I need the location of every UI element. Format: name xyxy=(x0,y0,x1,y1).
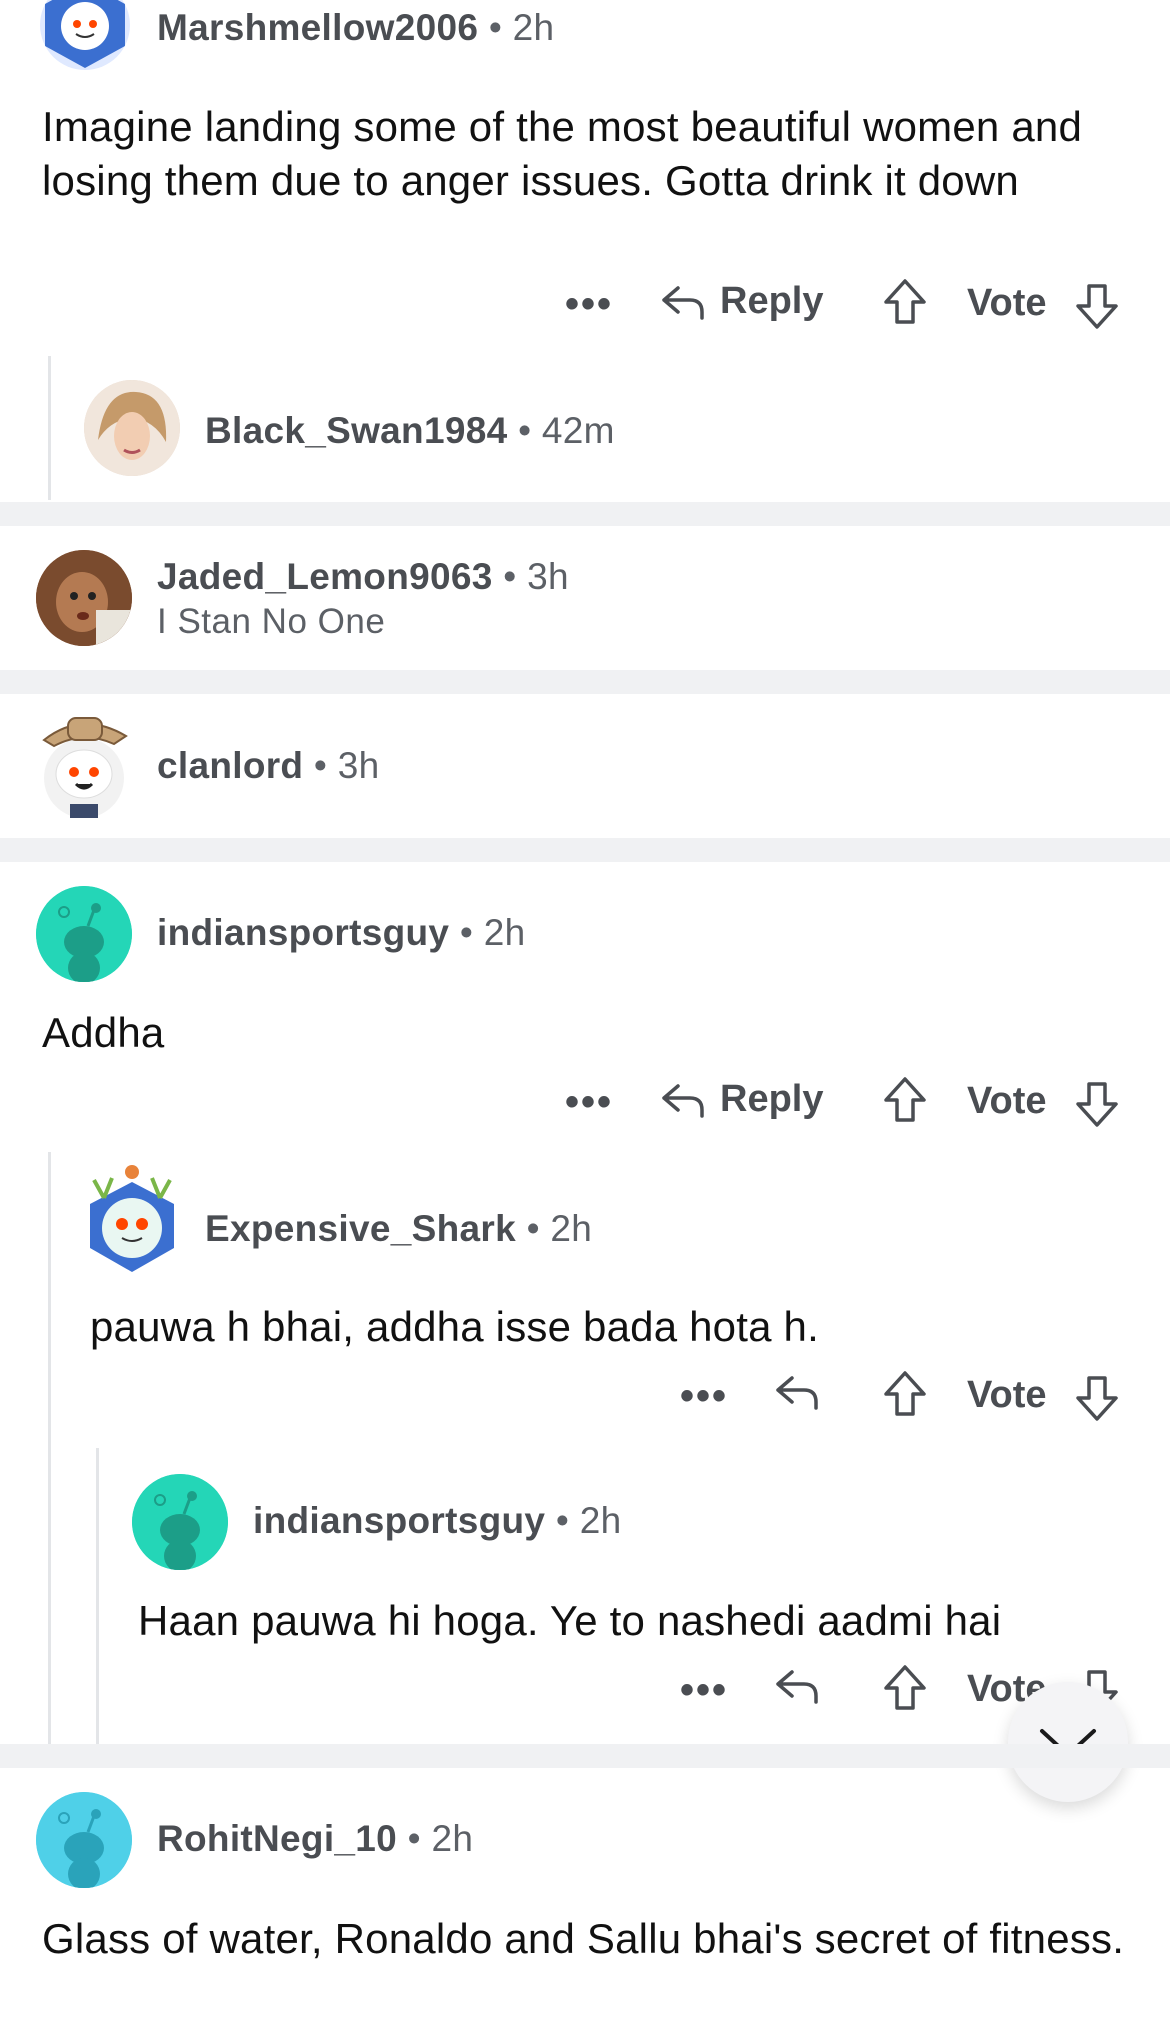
upvote-button[interactable] xyxy=(882,1664,928,1712)
thread-line[interactable] xyxy=(48,1152,51,1744)
downvote-arrow-icon xyxy=(1076,284,1118,329)
meta-separator: • xyxy=(555,1500,570,1541)
snoo-avatar-icon xyxy=(36,886,132,982)
more-dots-icon[interactable]: ••• xyxy=(680,1374,728,1419)
more-dots-icon[interactable]: ••• xyxy=(565,1080,613,1125)
comment-author[interactable]: indiansportsguy • 2h xyxy=(253,1500,622,1542)
downvote-button[interactable] xyxy=(1074,1080,1120,1128)
comment-author[interactable]: Expensive_Shark • 2h xyxy=(205,1208,592,1250)
upvote-arrow-icon xyxy=(884,279,926,324)
timestamp: 2h xyxy=(483,912,526,953)
timestamp: 42m xyxy=(541,410,615,451)
more-dots-icon[interactable]: ••• xyxy=(565,282,613,327)
scroll-next-button[interactable] xyxy=(1008,1682,1128,1802)
meta-separator: • xyxy=(526,1208,540,1249)
comment-separator xyxy=(0,670,1170,694)
snoo-avatar-icon xyxy=(42,717,128,818)
comment-body: pauwa h bhai, addha isse bada hota h. xyxy=(90,1303,819,1350)
downvote-arrow-icon xyxy=(1076,1082,1118,1127)
meta-separator: • xyxy=(503,556,517,597)
username[interactable]: Black_Swan1984 xyxy=(205,410,507,451)
comment-author[interactable]: Marshmellow2006 • 2h xyxy=(157,7,554,49)
downvote-arrow-icon xyxy=(1076,1376,1118,1421)
upvote-arrow-icon xyxy=(884,1665,926,1710)
timestamp: 3h xyxy=(337,745,380,786)
meta-separator: • xyxy=(313,745,328,786)
vote-count: Vote xyxy=(967,1080,1047,1122)
avatar[interactable] xyxy=(30,700,134,820)
reply-button[interactable]: Reply xyxy=(660,1078,823,1121)
reply-label: Reply xyxy=(720,1078,824,1120)
comment-author[interactable]: Jaded_Lemon9063 • 3h xyxy=(157,556,569,598)
reply-arrow-icon xyxy=(662,285,704,320)
reply-arrow-icon xyxy=(776,1376,818,1410)
username[interactable]: Expensive_Shark xyxy=(205,1208,516,1249)
comment-author[interactable]: clanlord • 3h xyxy=(157,745,380,787)
avatar[interactable] xyxy=(84,1158,180,1276)
timestamp: 2h xyxy=(512,7,555,48)
avatar[interactable] xyxy=(40,0,130,70)
timestamp: 2h xyxy=(579,1500,622,1541)
snoo-avatar-icon xyxy=(45,0,125,68)
username[interactable]: clanlord xyxy=(157,745,303,786)
avatar[interactable] xyxy=(84,380,180,476)
avatar[interactable] xyxy=(36,886,132,982)
username[interactable]: indiansportsguy xyxy=(253,1500,545,1541)
thread-line[interactable] xyxy=(48,356,51,500)
snoo-avatar-icon xyxy=(36,1792,132,1888)
timestamp: 2h xyxy=(550,1208,593,1249)
avatar[interactable] xyxy=(36,1792,132,1888)
meta-separator: • xyxy=(488,7,503,48)
reply-button[interactable] xyxy=(774,1666,820,1706)
meta-separator: • xyxy=(518,410,532,451)
avatar[interactable] xyxy=(132,1474,228,1570)
snoo-avatar-icon xyxy=(90,1165,174,1272)
downvote-button[interactable] xyxy=(1074,282,1120,330)
upvote-button[interactable] xyxy=(882,1370,928,1418)
reply-arrow-icon xyxy=(776,1670,818,1704)
comment-separator xyxy=(0,1744,1170,1768)
reply-button[interactable]: Reply xyxy=(660,280,823,323)
avatar[interactable] xyxy=(36,550,132,646)
downvote-button[interactable] xyxy=(1074,1374,1120,1422)
snoo-avatar-icon xyxy=(132,1474,228,1570)
comment-body: Addha xyxy=(42,1009,165,1056)
vote-count: Vote xyxy=(967,1374,1047,1416)
reply-arrow-icon xyxy=(662,1083,704,1118)
meta-separator: • xyxy=(459,912,474,953)
profile-photo-icon xyxy=(84,380,180,476)
comment-separator xyxy=(0,838,1170,862)
upvote-arrow-icon xyxy=(884,1371,926,1416)
reply-button[interactable] xyxy=(774,1372,820,1412)
more-dots-icon[interactable]: ••• xyxy=(680,1668,728,1713)
comment-author[interactable]: RohitNegi_10 • 2h xyxy=(157,1818,473,1860)
timestamp: 3h xyxy=(527,556,569,597)
username[interactable]: RohitNegi_10 xyxy=(157,1818,397,1859)
user-flair: I Stan No One xyxy=(157,602,386,641)
comment-body: Imagine landing some of the most beautif… xyxy=(42,103,1083,204)
profile-photo-icon xyxy=(36,550,132,646)
username[interactable]: Marshmellow2006 xyxy=(157,7,478,48)
thread-line[interactable] xyxy=(96,1448,99,1744)
comment-separator xyxy=(0,502,1170,526)
comment-body: Glass of water, Ronaldo and Sallu bhai's… xyxy=(42,1915,1125,1962)
comment-author[interactable]: Black_Swan1984 • 42m xyxy=(205,410,615,452)
username[interactable]: indiansportsguy xyxy=(157,912,449,953)
reply-label: Reply xyxy=(720,280,824,322)
comment-body: Haan pauwa hi hoga. Ye to nashedi aadmi … xyxy=(138,1597,1002,1644)
upvote-arrow-icon xyxy=(884,1077,926,1122)
upvote-button[interactable] xyxy=(882,1076,928,1124)
username[interactable]: Jaded_Lemon9063 xyxy=(157,556,493,597)
vote-count: Vote xyxy=(967,282,1047,324)
comment-author[interactable]: indiansportsguy • 2h xyxy=(157,912,526,954)
meta-separator: • xyxy=(407,1818,421,1859)
upvote-button[interactable] xyxy=(882,278,928,326)
timestamp: 2h xyxy=(431,1818,474,1859)
